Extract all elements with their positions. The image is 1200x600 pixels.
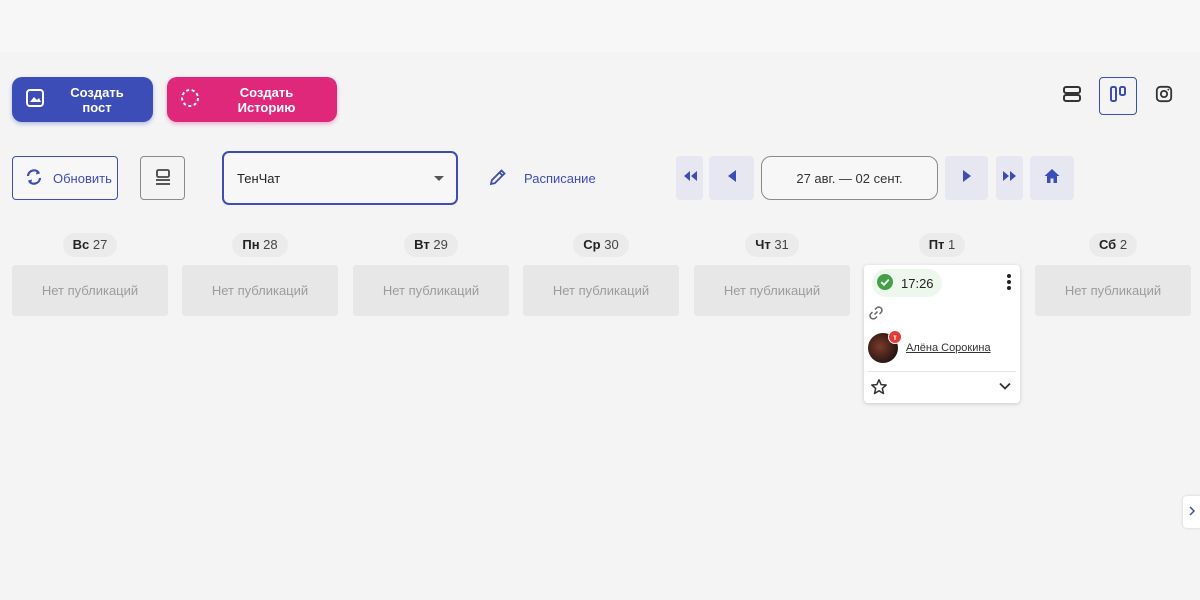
instagram-icon — [1155, 85, 1173, 108]
pencil-icon — [488, 167, 508, 190]
day-number: 2 — [1119, 237, 1128, 252]
instagram-view-toggle[interactable] — [1145, 77, 1183, 115]
date-range-picker[interactable]: 27 авг. — 02 сент. — [761, 156, 938, 200]
create-post-label: Создать пост — [70, 84, 124, 115]
arrow-right-icon — [960, 169, 974, 188]
day-abbr: Сб — [1098, 237, 1117, 252]
post-author[interactable]: т Алёна Сорокина — [868, 330, 991, 363]
chevron-down-icon — [998, 380, 1012, 397]
day-number: 1 — [948, 237, 956, 252]
create-post-button[interactable]: Создать пост — [12, 77, 153, 122]
double-arrow-right-icon — [1001, 169, 1019, 188]
day-header: Чт 31 — [694, 233, 850, 257]
compact-rows-icon — [153, 167, 173, 190]
home-icon — [1043, 167, 1061, 190]
day-column: Вт 29 Нет публикаций — [353, 233, 509, 316]
tenchat-badge-icon: т — [888, 330, 902, 344]
author-name[interactable]: Алёна Сорокина — [906, 342, 991, 354]
columns-icon — [1108, 84, 1128, 109]
post-link[interactable] — [868, 305, 884, 326]
post-time: 17:26 — [901, 275, 934, 291]
empty-day-placeholder[interactable]: Нет публикаций — [12, 265, 168, 316]
day-abbr: Ср — [583, 237, 601, 252]
side-panel-toggle[interactable] — [1183, 496, 1200, 528]
day-header: Вт 29 — [353, 233, 509, 257]
day-number: 28 — [263, 237, 278, 252]
day-number: 27 — [92, 237, 108, 252]
day-column: Чт 31 Нет публикаций — [694, 233, 850, 316]
day-column: Вс 27 Нет публикаций — [12, 233, 168, 316]
refresh-icon — [24, 167, 44, 190]
day-header: Ср 30 — [523, 233, 679, 257]
prev-week-button[interactable] — [709, 156, 754, 200]
empty-day-placeholder[interactable]: Нет публикаций — [694, 265, 850, 316]
story-ring-icon — [180, 88, 200, 111]
first-week-button[interactable] — [676, 156, 703, 200]
compact-view-button[interactable] — [140, 156, 185, 200]
day-number: 30 — [604, 237, 619, 252]
last-week-button[interactable] — [996, 156, 1023, 200]
more-vert-icon — [1006, 274, 1012, 295]
network-select[interactable]: ТенЧат — [222, 151, 458, 205]
post-menu-button[interactable] — [1006, 273, 1012, 296]
chevron-right-icon — [1188, 503, 1196, 521]
day-number: 29 — [433, 237, 448, 252]
next-week-button[interactable] — [945, 156, 988, 200]
expand-post-button[interactable] — [998, 379, 1012, 398]
check-circle-icon — [877, 273, 893, 293]
create-story-button[interactable]: Создать Историю — [167, 77, 337, 122]
day-number: 31 — [774, 237, 789, 252]
empty-day-placeholder[interactable]: Нет публикаций — [182, 265, 338, 316]
day-abbr: Пт — [928, 237, 945, 252]
board-view-toggle[interactable] — [1099, 77, 1137, 115]
day-column: Ср 30 Нет публикаций — [523, 233, 679, 316]
refresh-button[interactable]: Обновить — [12, 156, 118, 200]
dropdown-arrow-icon — [434, 176, 444, 181]
schedule-link[interactable]: Расписание — [488, 167, 596, 189]
network-select-value: ТенЧат — [237, 170, 281, 186]
image-icon — [25, 88, 45, 111]
divider — [868, 371, 1016, 372]
schedule-label: Расписание — [524, 170, 596, 186]
empty-day-placeholder[interactable]: Нет публикаций — [1035, 265, 1191, 316]
day-column: Сб 2 Нет публикаций — [1035, 233, 1191, 316]
day-column: Пт 1 17:26 т Алёна Сорокина — [864, 233, 1020, 403]
arrow-left-icon — [725, 169, 739, 188]
date-range-label: 27 авг. — 02 сент. — [796, 170, 903, 186]
avatar: т — [868, 330, 902, 363]
day-header: Вс 27 — [12, 233, 168, 257]
day-abbr: Пн — [242, 237, 260, 252]
list-view-toggle[interactable] — [1053, 77, 1091, 115]
top-band — [0, 0, 1200, 52]
rows-icon — [1062, 84, 1082, 109]
favorite-button[interactable] — [870, 378, 888, 401]
day-header: Пн 28 — [182, 233, 338, 257]
day-abbr: Вс — [72, 237, 90, 252]
empty-day-placeholder[interactable]: Нет публикаций — [353, 265, 509, 316]
day-abbr: Чт — [755, 237, 771, 252]
star-icon — [870, 379, 888, 400]
link-icon — [868, 306, 884, 325]
day-header: Пт 1 — [864, 233, 1020, 257]
post-card[interactable]: 17:26 т Алёна Сорокина — [864, 265, 1020, 403]
create-story-label: Создать Историю — [237, 84, 296, 115]
today-button[interactable] — [1030, 156, 1074, 200]
day-header: Сб 2 — [1035, 233, 1191, 257]
post-time-badge: 17:26 — [872, 269, 942, 297]
refresh-label: Обновить — [53, 170, 112, 186]
empty-day-placeholder[interactable]: Нет публикаций — [523, 265, 679, 316]
day-abbr: Вт — [414, 237, 430, 252]
day-column: Пн 28 Нет публикаций — [182, 233, 338, 316]
double-arrow-left-icon — [681, 169, 699, 188]
